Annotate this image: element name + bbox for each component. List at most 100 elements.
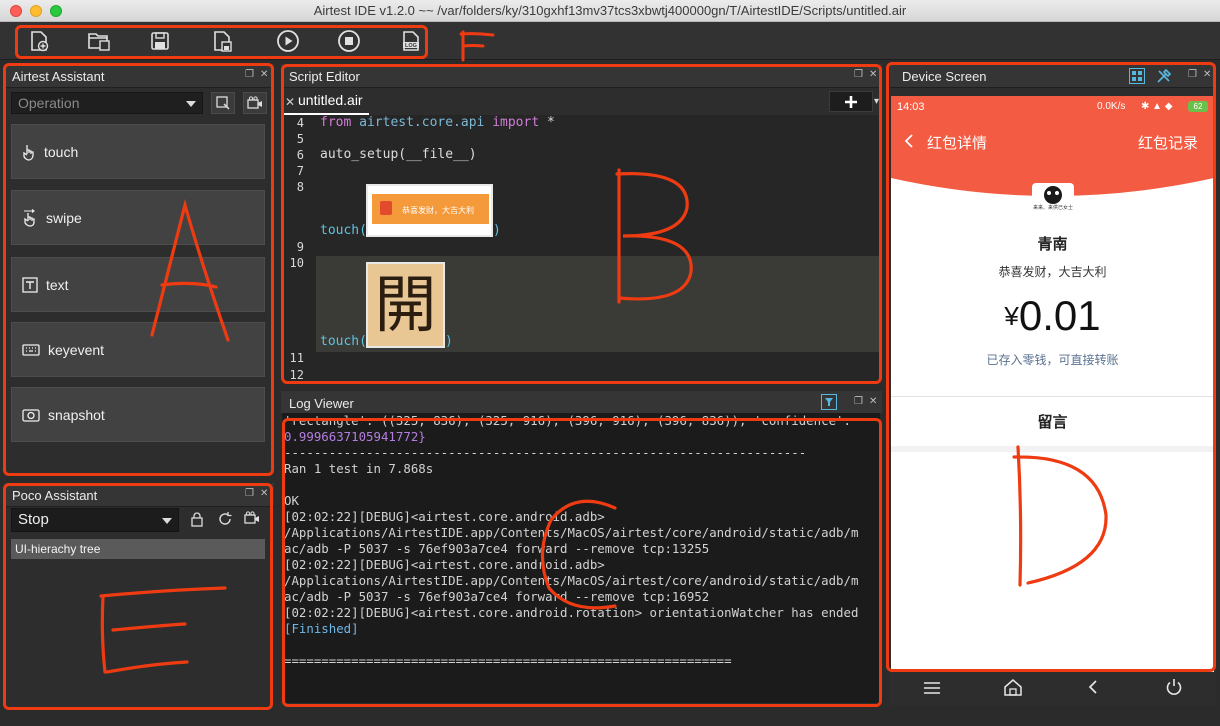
ui-hierarchy-tree-item[interactable]: UI-hierachy tree [11, 539, 265, 559]
amount-value: 0.01 [1018, 292, 1101, 339]
red-packet-header-bg [891, 96, 1214, 196]
save-as-button[interactable] [209, 29, 235, 53]
open-character: 開 [374, 268, 437, 341]
airtest-assistant-title: Airtest Assistant [12, 69, 105, 84]
code-touch-call-1: touch( [320, 223, 367, 238]
balance-note[interactable]: 已存入零钱，可直接转账 [891, 351, 1214, 368]
code-close-paren-2: ) [445, 334, 453, 349]
log-viewer-header: Log Viewer ❐ ✕ [281, 391, 882, 415]
greeting-text: 恭喜发财，大吉大利 [998, 265, 1107, 279]
log-line: [02:02:22][DEBUG]<airtest.core.android.a… [284, 509, 605, 524]
snapshot-action-label: snapshot [48, 406, 105, 423]
new-script-icon [31, 31, 49, 52]
text-action-label: text [46, 276, 69, 293]
swipe-action-button[interactable]: swipe [11, 190, 265, 245]
red-packet-records-link[interactable]: 红包记录 [1138, 132, 1198, 153]
close-panel-icon[interactable]: ✕ [1203, 69, 1211, 80]
template-image-open-button[interactable]: 開 [366, 262, 445, 348]
stop-icon [338, 30, 360, 52]
menu-icon[interactable] [923, 680, 941, 696]
select-region-button[interactable] [211, 92, 235, 114]
tools-icon[interactable] [1156, 68, 1172, 84]
template-image-red-packet[interactable]: 恭喜发财，大吉大利 [366, 184, 493, 237]
svg-text:LOG: LOG [405, 43, 417, 49]
poco-refresh-button[interactable] [217, 511, 233, 530]
operation-select-placeholder: Operation [18, 95, 80, 111]
text-action-button[interactable]: text [11, 257, 265, 312]
close-panel-icon[interactable]: ✕ [869, 69, 877, 80]
close-panel-icon[interactable]: ✕ [260, 488, 268, 499]
new-tab-button[interactable] [829, 91, 873, 112]
filter-icon[interactable] [821, 394, 837, 410]
log-line: ac/adb -P 5037 -s 76ef903a7ce4 forward -… [284, 589, 710, 604]
line-number: 4 [296, 116, 304, 130]
open-script-button[interactable] [86, 29, 112, 53]
float-panel-icon[interactable]: ❐ [245, 69, 254, 80]
stop-script-button[interactable] [336, 29, 362, 53]
tab-list-chevron-icon[interactable]: ▾ [874, 96, 879, 107]
device-screen-header: Device Screen ❐ ✕ [890, 64, 1216, 88]
swipe-action-label: swipe [46, 209, 82, 226]
chevron-down-icon [186, 101, 196, 107]
amount: ¥0.01 [891, 294, 1214, 338]
tab-untitled-air[interactable]: ✕ untitled.air [284, 92, 369, 115]
save-button[interactable] [147, 29, 173, 53]
log-line: ========================================… [284, 653, 732, 668]
log-line: /Applications/AirtestIDE.app/Contents/Ma… [284, 573, 859, 588]
message-label: 留言 [1037, 414, 1068, 431]
log-output[interactable]: 'rectangle': ((325, 836), (325, 916), (3… [282, 413, 880, 703]
back-arrow-icon[interactable] [903, 133, 915, 149]
signal-icons: ✱ ▲ ◆ [1141, 101, 1173, 112]
new-script-button[interactable] [26, 29, 52, 53]
operation-select[interactable]: Operation [11, 92, 203, 114]
save-icon [151, 32, 169, 50]
poco-record-button[interactable] [244, 511, 260, 528]
camera-icon [22, 408, 40, 422]
log-scrollbar[interactable] [881, 413, 887, 703]
log-line: OK [284, 493, 299, 508]
view-log-button[interactable]: LOG [398, 29, 424, 53]
battery-icon: 62 [1188, 101, 1208, 112]
window-title: Airtest IDE v1.2.0 ~~ /var/folders/ky/31… [313, 3, 907, 18]
float-panel-icon[interactable]: ❐ [1188, 69, 1197, 80]
float-panel-icon[interactable]: ❐ [854, 69, 863, 80]
nav-title: 红包详情 [927, 135, 988, 152]
text-icon [22, 276, 38, 293]
log-line: [02:02:22][DEBUG]<airtest.core.android.a… [284, 557, 605, 572]
log-line: /Applications/AirtestIDE.app/Contents/Ma… [284, 525, 859, 540]
run-script-button[interactable] [275, 29, 301, 53]
back-icon[interactable] [1087, 679, 1099, 695]
power-icon[interactable] [1165, 678, 1183, 696]
poco-mode-select[interactable]: Stop [11, 508, 179, 532]
layout-icon[interactable] [1129, 68, 1145, 84]
device-screen-mirror[interactable]: 14:03 0.0K/s ✱ ▲ ◆ 62 红包详情 红包记录 来来、来供已女士… [891, 96, 1214, 672]
poco-lock-button[interactable] [189, 511, 205, 530]
log-line: ----------------------------------------… [284, 445, 807, 460]
avatar-caption: 来来、来供已女士 [1032, 205, 1073, 211]
divider [891, 396, 1214, 397]
window-titlebar: Airtest IDE v1.2.0 ~~ /var/folders/ky/31… [0, 0, 1220, 22]
float-panel-icon[interactable]: ❐ [854, 396, 863, 407]
close-tab-icon[interactable]: ✕ [285, 95, 295, 109]
keyevent-action-button[interactable]: keyevent [11, 322, 265, 377]
home-icon[interactable] [1003, 678, 1023, 696]
record-button[interactable] [243, 92, 267, 114]
line-number: 5 [296, 132, 304, 146]
float-panel-icon[interactable]: ❐ [245, 488, 254, 499]
script-editor-header: Script Editor ❐ ✕ [281, 64, 882, 88]
poco-assistant-title: Poco Assistant [12, 488, 98, 503]
save-as-icon [214, 31, 232, 52]
device-screen-title: Device Screen [902, 69, 987, 84]
touch-action-button[interactable]: touch [11, 124, 265, 179]
keyevent-action-label: keyevent [48, 341, 105, 358]
script-editor-title: Script Editor [289, 69, 360, 84]
main-toolbar: LOG [0, 22, 1220, 60]
touch-hand-icon [23, 144, 34, 161]
line-number: 9 [296, 240, 304, 254]
close-panel-icon[interactable]: ✕ [869, 396, 877, 407]
sender-name: 青南 [1037, 236, 1068, 253]
chevron-down-icon [162, 518, 172, 524]
snapshot-action-button[interactable]: snapshot [11, 387, 265, 442]
close-panel-icon[interactable]: ✕ [260, 69, 268, 80]
plus-icon [845, 95, 857, 108]
